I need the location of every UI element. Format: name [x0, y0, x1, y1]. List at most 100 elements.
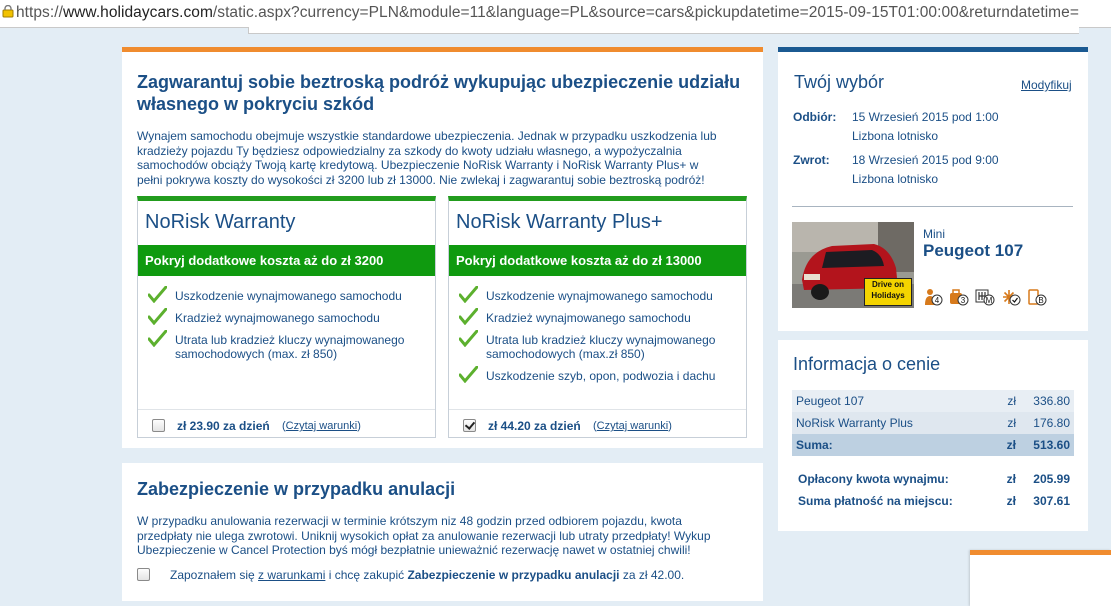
norisk-warranty-title: NoRisk Warranty — [145, 211, 296, 233]
url-host: www.holidaycars.com — [62, 4, 213, 21]
svg-text:B: B — [1038, 296, 1043, 305]
consent-price: za zł 42.00. — [619, 568, 685, 582]
price-row-currency: zł — [1007, 416, 1016, 430]
insurance-heading: Zagwarantuj sobie beztroską podróż wykup… — [137, 72, 741, 114]
cancellation-panel: Zabezpieczenie w przypadku anulacji W pr… — [122, 463, 763, 601]
paid-currency: zł — [1006, 472, 1016, 486]
price-row-label: Peugeot 107 — [796, 394, 865, 408]
checkmark-icon — [148, 308, 167, 325]
badge-line: Drive on — [871, 280, 904, 289]
url-scheme: https:// — [16, 4, 63, 21]
consent-text: Zapoznałem się — [170, 568, 259, 582]
norisk-warranty-plus-price: zł 44.20 za dzień — [488, 419, 581, 433]
feature-item: Utrata lub kradzież kluczy wynajmowanego… — [459, 330, 744, 361]
price-sum-row: Suma: zł 513.60 — [792, 434, 1074, 456]
norisk-warranty-plus-footer: zł 44.20 za dzień (Czytaj warunki) — [449, 409, 746, 438]
feature-label: Utrata lub kradzież kluczy wynajmowanego… — [175, 333, 405, 361]
cancellation-checkbox[interactable] — [137, 568, 150, 581]
feature-label: Kradzież wynajmowanego samochodu — [175, 311, 380, 325]
checkmark-icon — [459, 366, 478, 383]
norisk-warranty-features: Uszkodzenie wynajmowanego samochodu Krad… — [148, 286, 433, 369]
onsite-amount: 307.61 — [1033, 494, 1070, 508]
feature-item: Kradzież wynajmowanego samochodu — [148, 308, 433, 325]
insurance-panel: Zagwarantuj sobie beztroską podróż wykup… — [122, 47, 763, 448]
pickup-place: Lizbona lotnisko — [852, 129, 939, 143]
spacer-row — [792, 456, 1074, 468]
norisk-warranty-plus-checkbox[interactable] — [463, 419, 476, 432]
checkmark-icon — [459, 286, 478, 303]
cancellation-text: W przypadku anulowania rezerwacji w term… — [137, 514, 711, 557]
price-row: NoRisk Warranty Plus zł 176.80 — [792, 412, 1074, 434]
price-row-amount: 176.80 — [1033, 416, 1070, 430]
onsite-label: Suma płatność na miejscu: — [798, 494, 953, 508]
paid-amount: 205.99 — [1033, 472, 1070, 486]
feature-label: Uszkodzenie szyb, opon, podwozia i dachu — [486, 369, 716, 383]
modify-link[interactable]: Modyfikuj — [1021, 78, 1072, 92]
drive-on-holidays-badge: Drive on Holidays — [864, 278, 912, 306]
feature-label: Utrata lub kradzież kluczy wynajmowanego… — [486, 333, 716, 361]
norisk-warranty-plus-features: Uszkodzenie wynajmowanego samochodu Krad… — [459, 286, 744, 391]
insurance-intro: Wynajem samochodu obejmuje wszystkie sta… — [137, 129, 717, 187]
cancellation-consent: Zapoznałem się z warunkami i chcę zakupi… — [170, 568, 684, 582]
paid-row: Opłacony kwota wynajmu: zł 205.99 — [792, 468, 1074, 490]
feature-item: Kradzież wynajmowanego samochodu — [459, 308, 744, 325]
sum-label: Suma: — [796, 438, 833, 452]
norisk-warranty-plus-box: NoRisk Warranty Plus+ Pokryj dodatkowe k… — [448, 196, 747, 438]
feature-item: Uszkodzenie wynajmowanego samochodu — [148, 286, 433, 303]
consent-product: Zabezpieczenie w przypadku anulacji — [407, 568, 620, 582]
feature-label: Uszkodzenie wynajmowanego samochodu — [486, 289, 713, 303]
norisk-warranty-price: zł 23.90 za dzień — [177, 419, 270, 433]
norisk-warranty-box: NoRisk Warranty Pokryj dodatkowe koszta … — [137, 196, 436, 438]
next-panel-partial — [970, 550, 1111, 606]
consent-text: i chcę zakupić — [325, 568, 408, 582]
feature-item: Uszkodzenie wynajmowanego samochodu — [459, 286, 744, 303]
checkmark-icon — [148, 330, 167, 347]
warning-lock-icon — [2, 5, 14, 18]
checkmark-icon — [459, 330, 478, 347]
price-table: Peugeot 107 zł 336.80 NoRisk Warranty Pl… — [792, 390, 1074, 512]
norisk-warranty-plus-title: NoRisk Warranty Plus+ — [456, 211, 663, 233]
cancellation-heading: Zabezpieczenie w przypadku anulacji — [137, 479, 456, 499]
price-info-panel: Informacja o cenie Peugeot 107 zł 336.80… — [778, 340, 1088, 531]
return-place: Lizbona lotnisko — [852, 172, 939, 186]
fuel-icon: B — [1028, 289, 1047, 306]
url-path: /static.aspx?currency=PLN&module=11&lang… — [212, 4, 1079, 21]
checkmark-icon — [148, 286, 167, 303]
pickup-date: 15 Wrzesień 2015 pod 1:00 — [852, 110, 999, 124]
svg-text:4: 4 — [935, 296, 940, 305]
onsite-row: Suma płatność na miejscu: zł 307.61 — [792, 490, 1074, 512]
badge-line: Holidays — [871, 291, 905, 300]
cancellation-terms-link[interactable]: z warunkami — [258, 568, 325, 582]
paid-label: Opłacony kwota wynajmu: — [798, 472, 949, 486]
sum-amount: 513.60 — [1033, 438, 1070, 452]
browser-address-bar[interactable]: https://www.holidaycars.com/static.aspx?… — [0, 0, 1111, 28]
norisk-warranty-coverage: Pokryj dodatkowe koszta aż do zł 3200 — [138, 245, 435, 276]
terms-link[interactable]: Czytaj warunki — [597, 420, 669, 432]
feature-item: Uszkodzenie szyb, opon, podwozia i dachu — [459, 366, 744, 383]
price-info-heading: Informacja o cenie — [793, 354, 941, 374]
norisk-warranty-checkbox[interactable] — [152, 419, 165, 432]
norisk-warranty-plus-terms: (Czytaj warunki) — [593, 420, 672, 432]
luggage-icon: 3 — [950, 289, 969, 306]
onsite-currency: zł — [1006, 494, 1016, 508]
feature-label: Kradzież wynajmowanego samochodu — [486, 311, 691, 325]
sum-currency: zł — [1006, 438, 1016, 452]
your-choice-panel: Twój wybór Modyfikuj Odbiór: 15 Wrzesień… — [778, 47, 1088, 331]
manual-transmission-icon: M — [975, 289, 995, 306]
car-image: Drive on Holidays — [792, 222, 914, 308]
norisk-warranty-terms: (Czytaj warunki) — [282, 420, 361, 432]
svg-text:3: 3 — [961, 296, 966, 305]
air-conditioning-icon — [1003, 290, 1021, 306]
pickup-label: Odbiór: — [793, 110, 837, 124]
return-label: Zwrot: — [793, 153, 830, 167]
svg-text:M: M — [986, 296, 993, 305]
price-row-label: NoRisk Warranty Plus — [796, 416, 913, 430]
price-row-currency: zł — [1007, 394, 1016, 408]
address-url[interactable]: https://www.holidaycars.com/static.aspx?… — [16, 4, 1079, 22]
feature-label: Uszkodzenie wynajmowanego samochodu — [175, 289, 402, 303]
feature-item: Utrata lub kradzież kluczy wynajmowanego… — [148, 330, 433, 361]
norisk-warranty-footer: zł 23.90 za dzień (Czytaj warunki) — [138, 409, 435, 438]
terms-link[interactable]: Czytaj warunki — [286, 420, 358, 432]
norisk-warranty-plus-coverage: Pokryj dodatkowe koszta aż do zł 13000 — [449, 245, 746, 276]
price-row-amount: 336.80 — [1033, 394, 1070, 408]
